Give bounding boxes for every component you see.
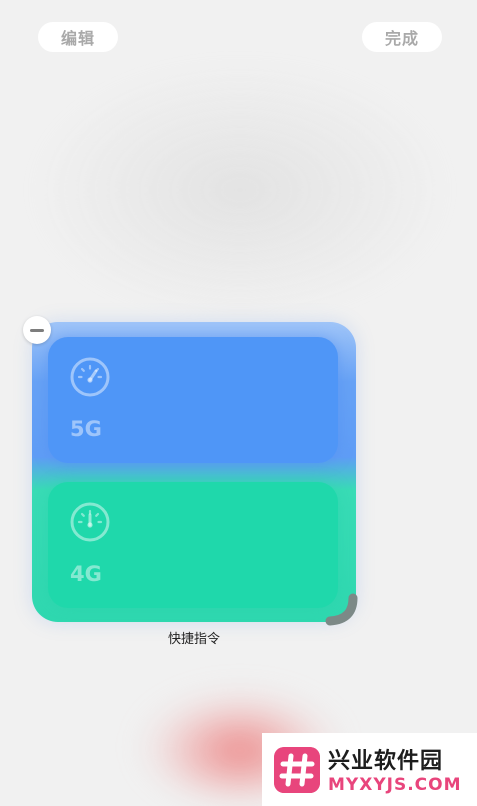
speedometer-icon [70,357,110,397]
shortcuts-widget[interactable]: 5G 4G [32,322,356,622]
remove-widget-button[interactable] [23,316,51,344]
shortcut-tile-4g[interactable]: 4G [48,482,338,608]
resize-handle[interactable] [322,590,362,630]
edit-button[interactable]: 编辑 [38,22,118,52]
hash-logo-icon [274,747,320,793]
watermark-banner: 兴业软件园 MYXYJS.COM [262,733,477,806]
watermark-url: MYXYJS.COM [328,775,462,795]
minus-icon [30,328,44,332]
background-blur [30,60,450,320]
done-button[interactable]: 完成 [362,22,442,52]
tile-label-5g: 5G [70,417,102,441]
shortcut-tile-5g[interactable]: 5G [48,337,338,463]
tile-label-4g: 4G [70,562,102,586]
speedometer-icon [70,502,110,542]
watermark-title: 兴业软件园 [328,749,444,774]
widget-caption: 快捷指令 [167,632,220,647]
